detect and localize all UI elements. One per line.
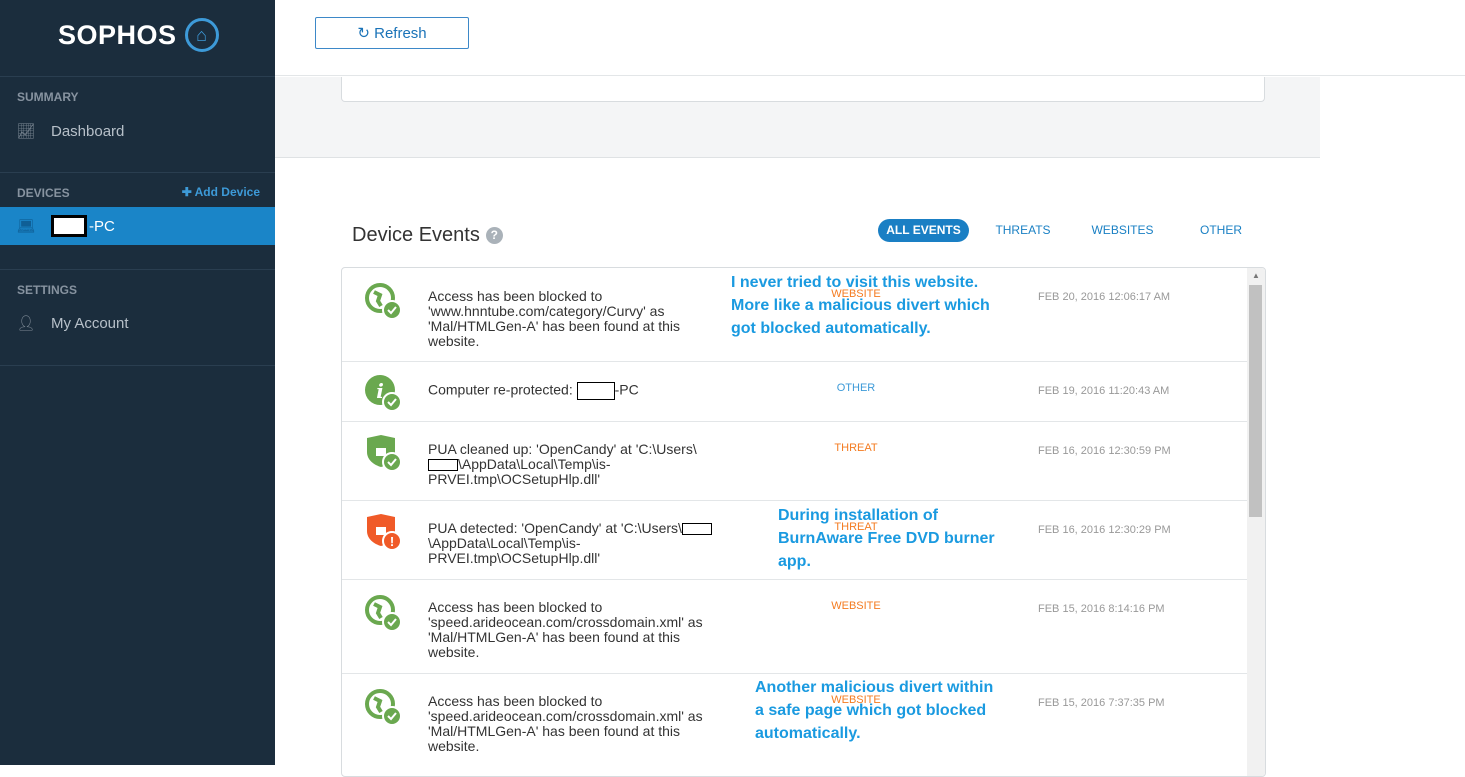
refresh-button[interactable]: ↻ Refresh	[315, 17, 469, 49]
tab-other[interactable]: OTHER	[1195, 219, 1247, 242]
sidebar-item-label: Dashboard	[51, 122, 125, 140]
page-title: Device Events?	[352, 224, 503, 247]
redacted	[51, 215, 87, 237]
help-icon[interactable]: ?	[485, 227, 503, 245]
divider	[0, 365, 275, 366]
add-device-label: Add Device	[194, 185, 260, 199]
text-pre: PUA cleaned up: 'OpenCandy' at 'C:\Users…	[428, 441, 697, 457]
annotation: Another malicious divert within a safe p…	[755, 679, 994, 742]
text-pre: PUA detected: 'OpenCandy' at 'C:\Users\	[428, 520, 682, 536]
section-devices: DEVICES	[17, 186, 70, 200]
shield-alert-icon: !	[367, 514, 402, 551]
scrollbar-thumb[interactable]	[1249, 285, 1262, 517]
divider	[0, 76, 275, 77]
event-row[interactable]: i Computer re-protected: -PC OTHER FEB 1…	[342, 362, 1248, 422]
refresh-label: Refresh	[374, 25, 427, 42]
event-description: Computer re-protected: -PC	[428, 382, 718, 400]
event-date: FEB 19, 2016 11:20:43 AM	[1038, 385, 1170, 397]
event-type: WEBSITE	[831, 600, 881, 612]
event-description: PUA detected: 'OpenCandy' at 'C:\Users\\…	[428, 521, 718, 566]
event-description: Access has been blocked to 'www.hnntube.…	[428, 288, 681, 349]
globe-check-icon	[365, 283, 402, 320]
redacted	[576, 382, 615, 400]
sidebar-item-label: My Account	[51, 314, 129, 332]
event-date: FEB 16, 2016 12:30:29 PM	[1038, 524, 1171, 536]
summary-card	[341, 77, 1265, 102]
event-row[interactable]: Access has been blocked to 'speed.arideo…	[342, 580, 1248, 674]
event-date: FEB 16, 2016 12:30:59 PM	[1038, 445, 1171, 457]
event-description: Access has been blocked to 'speed.arideo…	[428, 599, 703, 660]
svg-text:!: !	[390, 534, 394, 549]
tab-all-events[interactable]: ALL EVENTS	[878, 219, 969, 242]
sidebar-item-dashboard[interactable]: 📈︎ Dashboard	[0, 112, 275, 150]
chart-icon: 📈︎	[16, 123, 36, 140]
logo-text: SOPHOS	[58, 19, 177, 50]
sidebar-item-my-account[interactable]: 👤︎ My Account	[0, 304, 275, 342]
sidebar: SOPHOS ⌂ SUMMARY 📈︎ Dashboard DEVICES ✚ A…	[0, 0, 275, 765]
event-type: THREAT	[834, 442, 878, 454]
title-text: Device Events	[352, 224, 480, 246]
scrollbar[interactable]: ▲	[1247, 268, 1265, 776]
refresh-icon: ↻	[357, 25, 370, 42]
tab-threats[interactable]: THREATS	[990, 219, 1056, 242]
globe-check-icon	[365, 595, 402, 632]
user-icon: 👤︎	[16, 315, 36, 332]
sophos-logo[interactable]: SOPHOS ⌂	[58, 18, 219, 52]
sidebar-item-device[interactable]: 💻︎ -PC	[0, 207, 275, 245]
info-check-icon: i	[365, 375, 402, 412]
device-name: -PC	[89, 217, 115, 235]
summary-panel	[275, 77, 1320, 158]
event-date: FEB 15, 2016 7:37:35 PM	[1038, 697, 1165, 709]
event-date: FEB 15, 2016 8:14:16 PM	[1038, 603, 1165, 615]
annotation: During installation of BurnAware Free DV…	[778, 507, 995, 570]
globe-check-icon	[365, 689, 402, 726]
divider	[0, 172, 275, 173]
section-settings: SETTINGS	[17, 283, 78, 297]
annotation: I never tried to visit this website. Mor…	[731, 274, 990, 337]
tab-websites[interactable]: WEBSITES	[1085, 219, 1160, 242]
text-post: -PC	[614, 381, 639, 398]
event-row[interactable]: PUA cleaned up: 'OpenCandy' at 'C:\Users…	[342, 422, 1248, 501]
event-description: Access has been blocked to 'speed.arideo…	[428, 693, 703, 754]
scroll-up-icon[interactable]: ▲	[1247, 271, 1265, 280]
text-pre: Computer re-protected:	[428, 381, 577, 398]
event-type: OTHER	[836, 382, 876, 394]
top-bar: ↻ Refresh	[275, 0, 1465, 76]
redacted	[681, 523, 712, 536]
section-summary: SUMMARY	[17, 90, 79, 104]
event-date: FEB 20, 2016 12:06:17 AM	[1038, 291, 1171, 303]
divider	[0, 269, 275, 270]
add-device-button[interactable]: ✚ Add Device	[182, 185, 260, 199]
redacted	[428, 459, 458, 472]
event-description: PUA cleaned up: 'OpenCandy' at 'C:\Users…	[428, 442, 718, 487]
shield-check-icon	[367, 435, 402, 472]
home-icon: ⌂	[184, 18, 219, 52]
text-post: \AppData\Local\Temp\is-PRVEI.tmp\OCSetup…	[428, 535, 601, 566]
laptop-icon: 💻︎	[16, 218, 36, 235]
